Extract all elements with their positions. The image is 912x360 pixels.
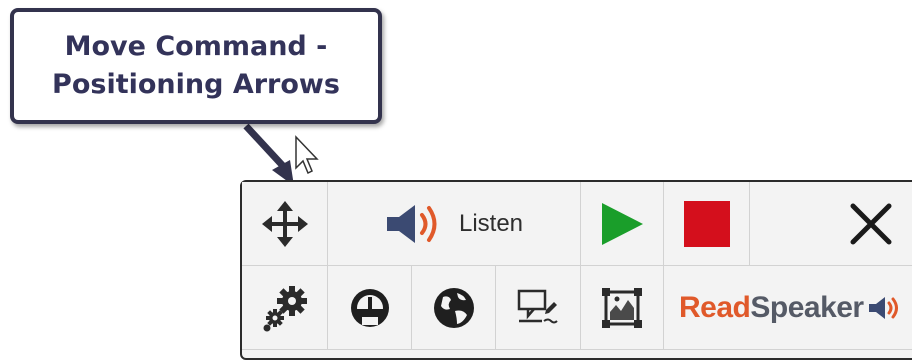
globe-icon <box>433 287 474 328</box>
readspeaker-logo[interactable]: Read Speaker <box>664 266 912 350</box>
readspeaker-toolbar: Listen Read Speaker <box>240 180 912 360</box>
readspeaker-wordmark: Read Speaker <box>679 291 902 325</box>
close-icon <box>850 203 892 244</box>
listen-label: Listen <box>458 209 524 237</box>
callout-line-1: Move Command - <box>64 31 328 62</box>
speaker-icon <box>386 204 437 243</box>
brand-read: Read <box>679 290 751 324</box>
play-button[interactable] <box>581 182 664 266</box>
brand-speaker-icon <box>868 296 898 319</box>
image-button[interactable] <box>581 266 664 350</box>
text-edit-button[interactable] <box>496 266 581 350</box>
text-edit-icon <box>517 289 558 323</box>
listen-button[interactable]: Listen <box>328 182 581 266</box>
stop-icon <box>683 200 730 247</box>
move-button[interactable] <box>242 182 328 266</box>
speedometer-icon <box>350 288 389 327</box>
settings-button[interactable] <box>242 266 328 350</box>
play-icon <box>602 202 643 245</box>
gears-icon <box>263 285 307 331</box>
stop-button[interactable] <box>664 182 750 266</box>
callout-tooltip: Move Command - Positioning Arrows <box>10 8 382 124</box>
brand-speaker: Speaker <box>750 290 864 324</box>
image-icon <box>602 287 642 328</box>
move-arrows-icon <box>261 200 308 247</box>
speed-button[interactable] <box>328 266 412 350</box>
close-button[interactable] <box>750 182 912 266</box>
mouse-cursor-icon <box>295 135 319 175</box>
language-button[interactable] <box>412 266 496 350</box>
callout-line-2: Positioning Arrows <box>52 69 340 100</box>
